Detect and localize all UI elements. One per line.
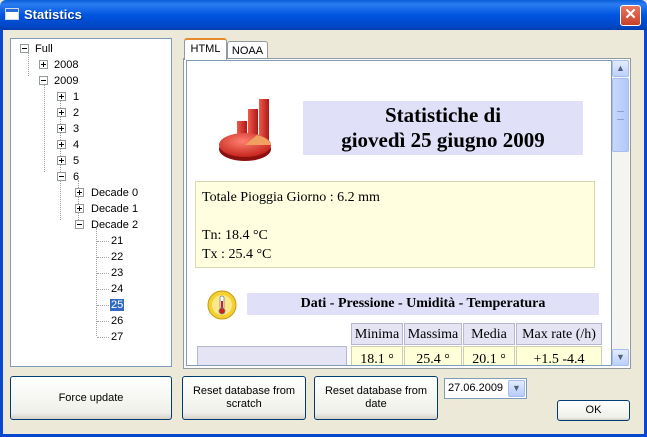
table-cell-avg: 20.1 ° [463,346,515,365]
ok-button[interactable]: OK [557,400,630,421]
collapse-icon[interactable] [75,220,84,229]
tree-connector [44,84,45,172]
tree-node-label: 4 [73,139,80,151]
scroll-up-button[interactable]: ▲ [612,60,629,77]
table-row-label [197,346,347,365]
tree-node-label: 1 [73,91,80,103]
tree-connector [97,289,109,290]
tree-node-label: 24 [111,283,124,295]
table-cell-max: 25.4 ° [404,346,462,365]
tree-node-day-22[interactable]: 22 [111,249,123,265]
scroll-down-button[interactable]: ▼ [612,349,629,366]
tree-node-label: 21 [111,235,124,247]
tree-connector [97,241,109,242]
expand-icon[interactable] [39,60,48,69]
tree-node-label: 26 [111,315,124,327]
tree-node-label: 2008 [54,59,79,71]
tree-connector [97,305,109,306]
tree-node-day-27[interactable]: 27 [111,329,123,345]
tree-node-day-21[interactable]: 21 [111,233,123,249]
reset-database-date-button[interactable]: Reset database from date [314,376,438,420]
tree-connector [97,337,109,338]
table-header-avg: Media [463,323,515,345]
window-icon [5,8,19,20]
date-picker[interactable]: 27.06.2009 ▼ [444,378,527,399]
thermometer-icon [207,290,237,320]
chevron-down-icon[interactable]: ▼ [508,380,525,397]
tree-node-label: 2009 [54,75,79,87]
title-bar: Statistics ✕ [0,0,647,30]
tree-connector [78,180,79,224]
window-title: Statistics [24,7,82,22]
table-header-rate: Max rate (/h) [516,323,602,345]
reset-database-scratch-button[interactable]: Reset database from scratch [182,376,306,420]
statistics-chart-icon [219,99,271,161]
window-frame-left [0,30,3,437]
table-cell-min: 18.1 ° [351,346,403,365]
tree-connector [97,273,109,274]
button-label: Reset database from scratch [192,385,296,410]
date-tree[interactable]: Full 2008 2009 1 2 3 4 5 6 Decade 0 Deca… [10,38,172,367]
expand-icon[interactable] [57,92,66,101]
expand-icon[interactable] [57,140,66,149]
rain-total: Totale Pioggia Giorno : 6.2 mm [202,190,380,205]
collapse-icon[interactable] [39,76,48,85]
tab-label: NOAA [231,45,264,57]
expand-icon[interactable] [57,156,66,165]
temp-min: Tn: 18.4 °C [202,228,268,243]
report-title-line2: giovedì 25 giugno 2009 [341,128,545,152]
tree-node-label: 23 [111,267,124,279]
report-title-line1: Statistiche di [384,103,502,127]
tree-node-day-24[interactable]: 24 [111,281,123,297]
tree-node-label: Decade 2 [91,219,139,231]
expand-icon[interactable] [75,204,84,213]
tree-node-label-selected: 25 [110,299,125,311]
date-value: 27.06.2009 [448,382,504,394]
temp-max: Tx : 25.4 °C [202,247,272,262]
button-label: Force update [58,391,124,404]
tree-node-label: 22 [111,251,124,263]
tree-node-label: 2 [73,107,80,119]
tree-node-label: Decade 0 [91,187,139,199]
tree-node-label: Decade 1 [91,203,139,215]
report-title: Statistiche di giovedì 25 giugno 2009 [303,101,583,155]
tree-node-label: 6 [73,171,80,183]
report-scrollbar[interactable]: ▲ ▼ [612,60,629,366]
tree-node-day-26[interactable]: 26 [111,313,123,329]
tree-node-label: 5 [73,155,80,167]
tree-node-day-25[interactable]: 25 [110,297,125,313]
collapse-icon[interactable] [20,44,29,53]
tree-node-label: Full [35,43,53,55]
button-label: Reset database from date [324,385,428,410]
tree-node-day-23[interactable]: 23 [111,265,123,281]
table-header-max: Massima [404,323,462,345]
tree-connector [96,228,97,336]
tab-html[interactable]: HTML [184,38,227,60]
button-label: OK [585,404,602,416]
expand-icon[interactable] [57,124,66,133]
section-header: Dati - Pressione - Umidità - Temperatura [247,293,599,315]
table-cell-rate: +1.5 -4.4 [516,346,602,365]
tree-connector [28,52,29,76]
close-button[interactable]: ✕ [620,5,641,26]
tree-connector [97,257,109,258]
force-update-button[interactable]: Force update [10,376,172,420]
summary-box: Totale Pioggia Giorno : 6.2 mm Tn: 18.4 … [195,181,595,268]
expand-icon[interactable] [57,108,66,117]
collapse-icon[interactable] [57,172,66,181]
scroll-thumb[interactable] [612,78,629,152]
expand-icon[interactable] [75,188,84,197]
tree-node-label: 3 [73,123,80,135]
tree-node-label: 27 [111,331,124,343]
tree-connector [97,321,109,322]
tab-label: HTML [190,43,221,55]
table-header-min: Minima [351,323,403,345]
report-view[interactable]: Statistiche di giovedì 25 giugno 2009 To… [186,60,612,366]
